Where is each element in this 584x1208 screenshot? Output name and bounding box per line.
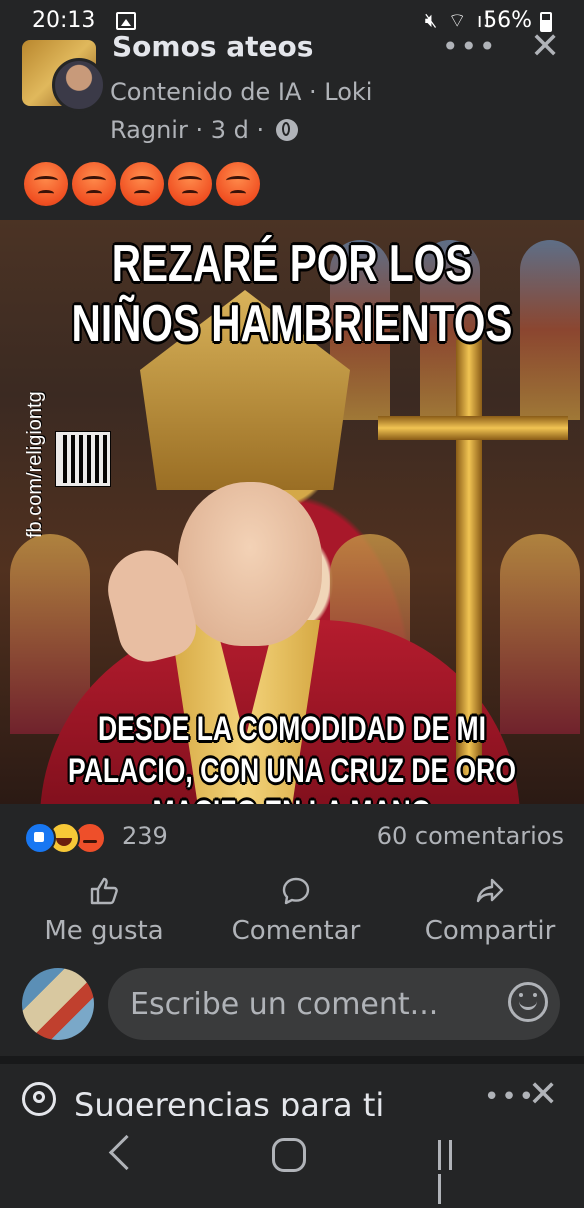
comment-composer xyxy=(0,960,584,1052)
post-actions: Me gusta Comentar Compartir xyxy=(0,876,584,956)
section-divider xyxy=(0,1056,584,1064)
stained-glass-window xyxy=(520,240,580,420)
comment-label: Comentar xyxy=(231,916,361,946)
meme-top-text: REZARÉ POR LOS NIÑOS HAMBRIENTOS xyxy=(71,235,513,353)
meme-bottom-text: DESDE LA COMODIDAD DE MI PALACIO, CON UN… xyxy=(68,710,516,804)
watermark: fb.com/religiontg xyxy=(24,391,146,538)
suggestions-header: Sugerencias para ti ••• ✕ xyxy=(0,1068,584,1116)
post-meta-text: Ragnir · 3 d · xyxy=(110,116,265,144)
comment-button[interactable]: Comentar xyxy=(206,876,386,946)
post-image[interactable]: fb.com/religiontg REZARÉ POR LOS NIÑOS H… xyxy=(0,220,584,804)
comment-count[interactable]: 60 comentarios xyxy=(377,822,564,850)
reactions-summary[interactable]: 239 60 comentarios xyxy=(24,818,564,858)
angry-emoji-icon xyxy=(24,162,68,206)
gallery-icon xyxy=(116,12,136,30)
like-label: Me gusta xyxy=(44,916,164,946)
emoji-picker-icon[interactable] xyxy=(508,982,548,1022)
like-button[interactable]: Me gusta xyxy=(14,876,194,946)
back-icon[interactable] xyxy=(108,1134,145,1171)
status-time: 20:13 xyxy=(32,8,96,33)
background-cleric xyxy=(500,534,580,734)
post-close-icon[interactable]: ✕ xyxy=(530,26,560,67)
thumbs-up-icon xyxy=(89,876,119,906)
post-more-icon[interactable]: ••• xyxy=(442,30,498,63)
share-button[interactable]: Compartir xyxy=(400,876,580,946)
recent-apps-icon[interactable] xyxy=(438,1140,468,1204)
home-icon[interactable] xyxy=(272,1138,306,1172)
post-meta: Ragnir · 3 d · xyxy=(110,116,298,144)
reaction-count[interactable]: 239 xyxy=(122,822,168,850)
share-arrow-icon xyxy=(475,876,505,906)
people-icon xyxy=(22,1082,56,1116)
gold-cross-bar xyxy=(378,416,568,440)
group-name[interactable]: Somos ateos xyxy=(112,30,313,63)
like-reaction-icon xyxy=(24,822,56,854)
author-line[interactable]: Contenido de IA · Loki xyxy=(110,78,372,106)
globe-icon xyxy=(275,119,298,141)
angry-emoji-icon xyxy=(120,162,164,206)
suggestions-title: Sugerencias para ti xyxy=(74,1086,385,1116)
comment-bubble-icon xyxy=(281,876,311,906)
pope-face xyxy=(178,482,322,646)
qr-code-icon xyxy=(56,432,110,486)
share-label: Compartir xyxy=(424,916,556,946)
watermark-text: fb.com/religiontg xyxy=(24,391,46,538)
angry-emoji-icon xyxy=(168,162,212,206)
angry-emoji-icon xyxy=(216,162,260,206)
author-avatar[interactable] xyxy=(52,58,106,112)
system-nav-bar xyxy=(0,1116,584,1204)
angry-emoji-icon xyxy=(72,162,116,206)
post-emoji-text xyxy=(24,162,264,206)
comment-input[interactable] xyxy=(108,968,560,1040)
user-avatar[interactable] xyxy=(22,968,94,1040)
suggestions-close-icon[interactable]: ✕ xyxy=(528,1074,558,1115)
